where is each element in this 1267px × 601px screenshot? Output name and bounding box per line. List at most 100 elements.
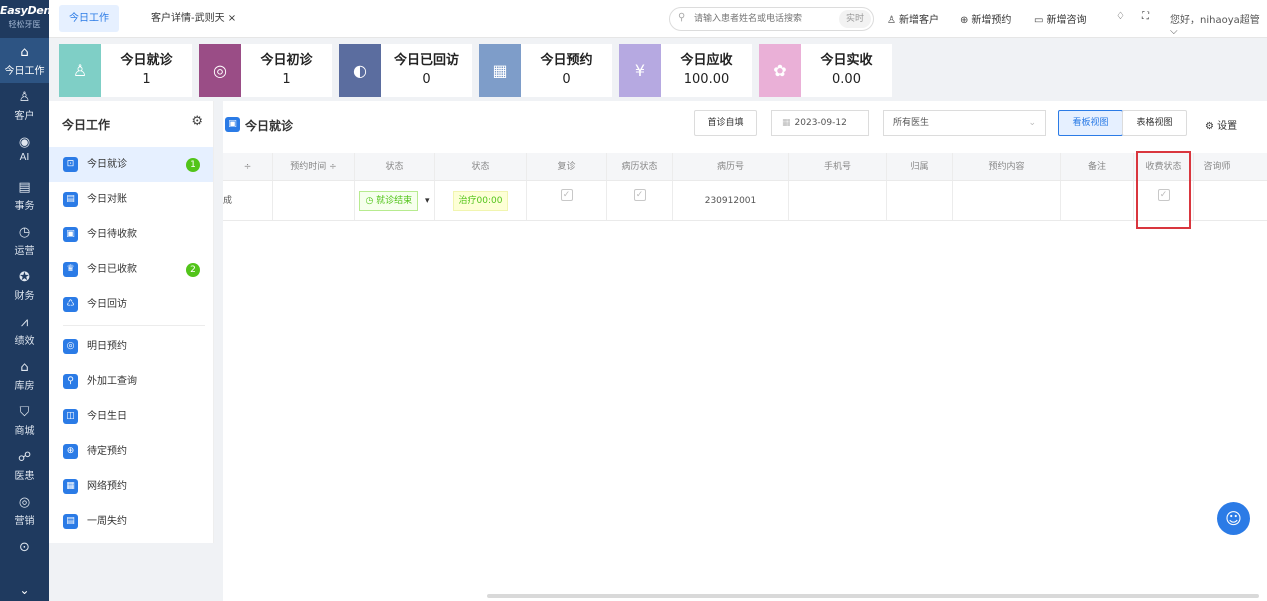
warehouse-icon: ⌂ xyxy=(20,360,29,375)
people-icon: ☍ xyxy=(17,450,32,465)
column-header: 状态 xyxy=(435,153,527,180)
bell-icon[interactable]: ♢ xyxy=(1116,11,1125,22)
fullscreen-icon[interactable]: ⛶ xyxy=(1142,11,1149,22)
sidebar-item-online-appointments[interactable]: ▦ 网络预约 xyxy=(49,469,213,504)
sidebar-item-weekly-missed[interactable]: ▤ 一周失约 xyxy=(49,504,213,539)
status-cell: ◷ 就诊结束 ▾ xyxy=(355,181,435,220)
board-view-button[interactable]: 看板视图 xyxy=(1058,110,1123,136)
tooth-icon: ⚲ xyxy=(63,374,78,389)
chevron-down-icon[interactable]: ⌄ xyxy=(0,583,49,601)
doctor-select[interactable]: 所有医生 ⌄ xyxy=(883,110,1046,136)
target-icon: ◎ xyxy=(18,495,31,510)
online-icon: ▦ xyxy=(63,479,78,494)
caret-down-icon[interactable]: ▾ xyxy=(425,196,430,206)
realtime-button[interactable]: 实时 xyxy=(838,10,871,28)
add-customer-button[interactable]: ♙ 新增客户 xyxy=(887,11,939,26)
user-greeting[interactable]: 您好，nihaoya超管 ⌵ xyxy=(1170,11,1267,37)
first-visit-self-fill-button[interactable]: 首诊自填 xyxy=(694,110,757,136)
column-header: 手机号 xyxy=(789,153,887,180)
calendar-icon: ▦ xyxy=(782,118,791,128)
nav-item-affairs[interactable]: ▤ 事务 xyxy=(0,173,49,218)
stat-card-followups[interactable]: ◐ 今日已回访 0 xyxy=(339,44,472,97)
person-icon: ♙ xyxy=(18,90,31,105)
table-row[interactable]: 成 ◷ 就诊结束 ▾ 治疗00:00 ✓ ✓ 230912001 ✓ xyxy=(223,181,1267,221)
sidebar-item-pending-payment[interactable]: ▣ 今日待收款 xyxy=(49,217,213,252)
visit-icon: ⊡ xyxy=(63,157,78,172)
column-header[interactable]: ÷ xyxy=(223,153,273,180)
horizontal-scrollbar[interactable] xyxy=(487,594,1259,598)
sidebar-item-external-processing[interactable]: ⚲ 外加工查询 xyxy=(49,364,213,399)
stat-card-receivable[interactable]: ¥ 今日应收 100.00 xyxy=(619,44,752,97)
nav-item-today-work[interactable]: ⌂ 今日工作 xyxy=(0,38,49,83)
column-header: 咨询师 xyxy=(1203,162,1231,172)
column-header: 归属 xyxy=(887,153,953,180)
appointment-time-cell xyxy=(273,181,355,220)
sidebar-item-reconciliation[interactable]: ▤ 今日对账 xyxy=(49,182,213,217)
record-status-checkbox[interactable]: ✓ xyxy=(633,188,646,201)
document-icon: ▤ xyxy=(18,180,31,195)
nav-item-marketing[interactable]: ◎ 营销 xyxy=(0,488,49,533)
sidebar-item-birthdays[interactable]: ◫ 今日生日 xyxy=(49,399,213,434)
visits-table: ÷ 预约时间 ÷ 状态 状态 复诊 病历状态 病历号 手机号 归属 预约内容 备… xyxy=(223,153,1267,221)
main-panel: ▣ 今日就诊 首诊自填 ▦ 2023-09-12 所有医生 ⌄ 看板视图 表格视图 … xyxy=(223,101,1267,601)
clock-icon: ◷ xyxy=(18,225,31,240)
nav-item-performance[interactable]: ⩘ 绩效 xyxy=(0,308,49,353)
pending-icon: ⊕ xyxy=(63,444,78,459)
stat-title: 今日初诊 xyxy=(260,53,313,68)
nav-item-finance[interactable]: ✪ 财务 xyxy=(0,263,49,308)
sidebar-item-pending-appointments[interactable]: ⊕ 待定预约 xyxy=(49,434,213,469)
revisit-checkbox[interactable]: ✓ xyxy=(560,188,573,201)
home-icon: ⌂ xyxy=(20,45,29,60)
date-picker[interactable]: ▦ 2023-09-12 xyxy=(771,110,869,136)
stat-card-visits[interactable]: ♙ 今日就诊 1 xyxy=(59,44,192,97)
nav-item-operations[interactable]: ◷ 运营 xyxy=(0,218,49,263)
stat-card-first-visits[interactable]: ◎ 今日初诊 1 xyxy=(199,44,332,97)
revisit-cell: ✓ xyxy=(527,181,607,220)
search-input[interactable] xyxy=(694,11,824,27)
visit-icon: ▣ xyxy=(225,117,240,132)
column-header[interactable]: 预约时间 ÷ xyxy=(273,153,355,180)
nav-item-mall[interactable]: ⛉ 商城 xyxy=(0,398,49,443)
support-icon: ☺ xyxy=(1225,509,1242,528)
nav-item-customer[interactable]: ♙ 客户 xyxy=(0,83,49,128)
patient-icon: ♙ xyxy=(59,44,101,97)
phone-cell xyxy=(789,181,887,220)
main-header: ▣ 今日就诊 首诊自填 ▦ 2023-09-12 所有医生 ⌄ 看板视图 表格视图 … xyxy=(223,101,1267,147)
search-icon: ⚲ xyxy=(678,12,686,23)
customer-service-button[interactable]: ☺ xyxy=(1217,502,1250,535)
chart-icon: ⩘ xyxy=(20,315,29,330)
sidebar-divider xyxy=(63,325,205,326)
sidebar-item-followup[interactable]: ♺ 今日回访 xyxy=(49,287,213,322)
column-header: 预约内容 xyxy=(953,153,1061,180)
settings-button[interactable]: ⚙ 设置 xyxy=(1205,117,1237,132)
ai-icon: ◉ xyxy=(18,135,31,150)
stat-value: 0.00 xyxy=(832,72,861,87)
plus-circle-icon: ⊕ xyxy=(960,15,969,26)
sidebar-item-received-payment[interactable]: ♛ 今日已收款 2 xyxy=(49,252,213,287)
status-tag[interactable]: ◷ 就诊结束 xyxy=(359,190,419,211)
add-appointment-button[interactable]: ⊕ 新增预约 xyxy=(960,11,1011,26)
tab-today-work[interactable]: 今日工作 xyxy=(59,5,119,32)
tab-customer-detail[interactable]: 客户详情-武则天 × xyxy=(141,5,246,32)
circle-icon: ⊙ xyxy=(19,540,30,555)
nav-item-ai[interactable]: ◉ AI xyxy=(0,128,49,173)
stat-title: 今日已回访 xyxy=(393,53,459,68)
record-status-cell: ✓ xyxy=(607,181,673,220)
column-header: 状态 xyxy=(355,153,435,180)
message-icon: ▭ xyxy=(1034,15,1044,26)
nav-item-extra[interactable]: ⊙ xyxy=(0,533,49,578)
stat-value: 100.00 xyxy=(683,72,730,87)
column-header: 病历状态 xyxy=(607,153,673,180)
nav-item-warehouse[interactable]: ⌂ 库房 xyxy=(0,353,49,398)
stat-card-appointments[interactable]: ▦ 今日预约 0 xyxy=(479,44,612,97)
stat-value: 1 xyxy=(282,72,291,87)
sidebar-item-today-visits[interactable]: ⊡ 今日就诊 1 xyxy=(49,147,213,182)
stat-value: 0 xyxy=(562,72,571,87)
stat-card-received[interactable]: ✿ 今日实收 0.00 xyxy=(759,44,892,97)
nav-item-doctor-patient[interactable]: ☍ 医患 xyxy=(0,443,49,488)
sidebar-item-tomorrow-appointments[interactable]: ◎ 明日预约 xyxy=(49,329,213,364)
table-view-button[interactable]: 表格视图 xyxy=(1122,110,1187,136)
add-consult-button[interactable]: ▭ 新增咨询 xyxy=(1034,11,1086,26)
gear-icon[interactable]: ⚙ xyxy=(191,114,203,129)
column-header: 复诊 xyxy=(527,153,607,180)
